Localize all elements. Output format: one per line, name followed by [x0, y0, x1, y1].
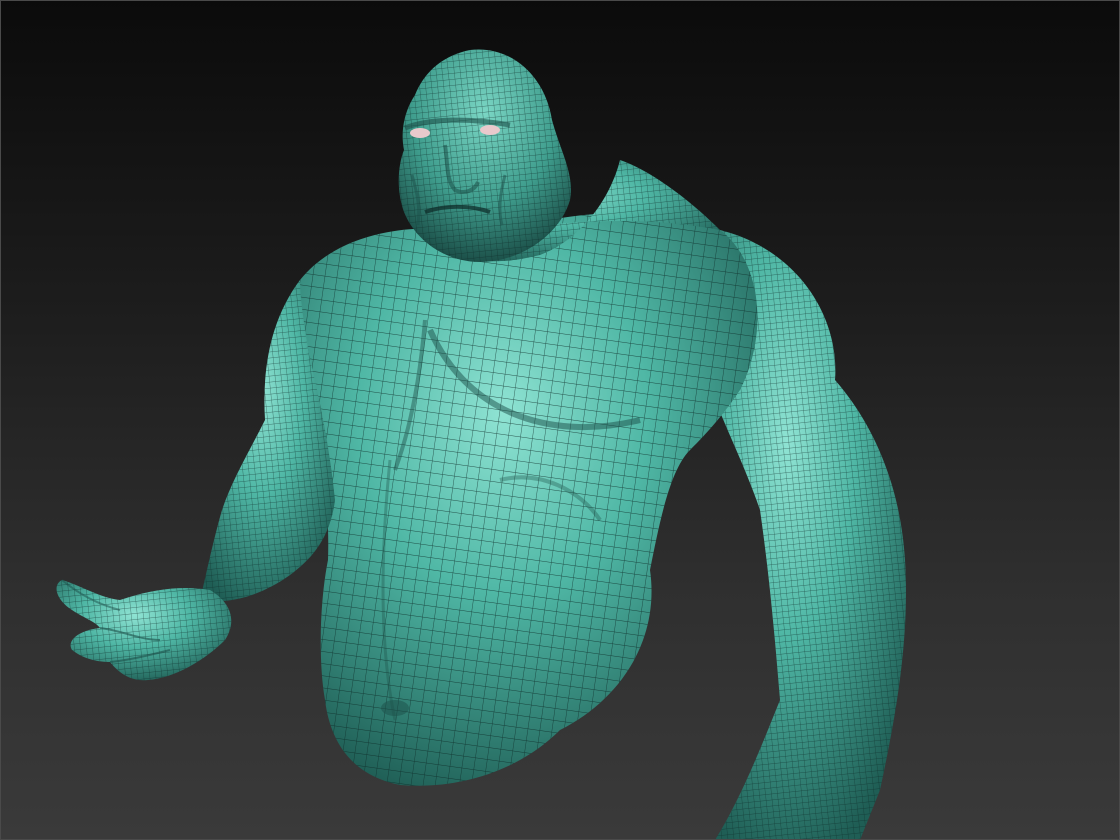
3d-viewport[interactable]: [0, 0, 1120, 840]
sculpt-model[interactable]: [0, 0, 1120, 840]
head: [398, 49, 571, 263]
torso: [294, 213, 758, 786]
left-hand: [56, 579, 232, 681]
right-eye: [480, 125, 500, 135]
left-eye: [410, 128, 430, 138]
